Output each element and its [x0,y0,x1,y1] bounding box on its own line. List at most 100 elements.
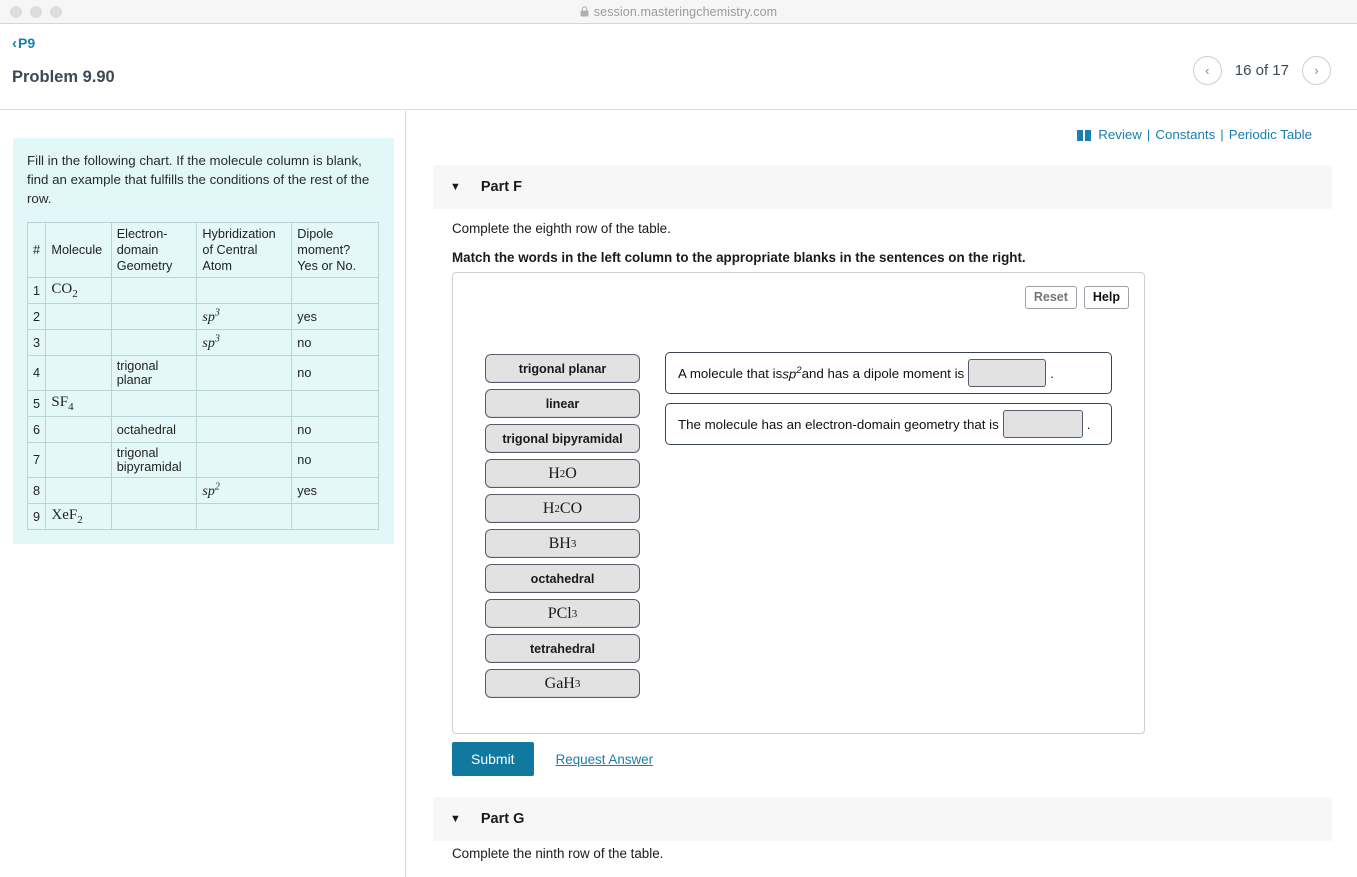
chip-sub: 3 [571,607,578,620]
table-row: 4 trigonal planar no [26,355,379,392]
sentence-1-hybridization: sp2 [782,365,801,381]
th-hybridization: Hybridization of Central Atom [196,221,293,279]
sentence-1-prefix: A molecule that is [678,365,783,381]
address-bar[interactable]: session.masteringchemistry.com [0,0,1357,24]
cell-hybridization: sp2 [196,477,293,505]
back-to-p9-link[interactable]: ‹ P9 [12,35,35,51]
hyb-sup: 3 [214,333,220,345]
constants-link[interactable]: Constants [1155,127,1215,142]
word-chip-octahedral[interactable]: octahedral [485,564,640,593]
word-chip-linear[interactable]: linear [485,389,640,418]
part-f-instruction-primary: Complete the eighth row of the table. [452,221,671,236]
cell-hybridization [196,416,293,444]
pager-label: 16 of 17 [1234,62,1289,79]
word-chip-trigonal-planar[interactable]: trigonal planar [485,354,640,383]
chip-base: GaH [544,674,575,692]
caret-down-icon: ▼ [450,180,461,193]
page-title: Problem 9.90 [12,68,115,86]
table-header-row: # Molecule Electron-domain Geometry Hybr… [26,221,379,279]
sentence-row-1: A molecule that is sp2 and has a dipole … [665,352,1112,394]
hyb-base: sp [782,366,797,382]
cell-geometry: trigonal bipyramidal [110,442,198,479]
answer-panel: Review | Constants | Periodic Table ▼ Pa… [407,111,1357,877]
next-problem-button[interactable]: › [1302,56,1331,85]
molecule-sub: 2 [72,288,78,301]
th-molecule: Molecule [45,221,112,279]
hyb-base: sp [202,336,215,352]
cell-dipole [291,503,379,531]
th-dipole: Dipole moment? Yes or No. [291,221,379,279]
answer-blank-1[interactable] [968,359,1047,387]
word-chip-h2o[interactable]: H2O [485,459,640,488]
table-row: 3 sp3 no [26,329,379,357]
back-link-label: P9 [18,35,36,51]
caret-down-icon: ▼ [450,812,461,825]
cell-dipole: yes [291,303,379,331]
cell-molecule [45,355,112,392]
chemistry-chart-table: # Molecule Electron-domain Geometry Hybr… [26,221,379,531]
chevron-left-icon: ‹ [12,34,17,52]
part-f-header[interactable]: ▼ Part F [433,165,1332,209]
part-g-title: Part G [480,811,525,827]
hyb-base: sp [202,484,215,500]
table-row: 9 XeF2 [26,503,379,531]
table-row: 6 octahedral no [26,416,379,444]
chip-sub: 3 [574,677,581,690]
hyb-base: sp [202,310,215,326]
cell-hybridization: sp3 [196,303,293,331]
molecule-base: XeF [51,507,78,524]
link-separator: | [1146,127,1151,142]
word-chip-h2co[interactable]: H 2 CO [485,494,640,523]
periodic-table-link[interactable]: Periodic Table [1229,127,1312,142]
part-f-title: Part F [480,179,522,195]
cell-molecule [45,442,112,479]
review-link[interactable]: Review [1098,127,1142,142]
matching-widget: Reset Help trigonal planar linear trigon… [452,272,1145,734]
cell-hybridization [196,390,293,418]
molecule-base: CO [51,281,73,298]
sentence-2-prefix: The molecule has an electron-domain geom… [678,416,999,432]
molecule-sub: 2 [77,514,83,527]
help-button[interactable]: Help [1083,286,1129,309]
previous-problem-button[interactable]: ‹ [1192,56,1222,85]
cell-molecule: XeF2 [45,503,112,531]
cell-geometry [110,329,198,357]
request-answer-link[interactable]: Request Answer [556,752,654,767]
problem-pager: ‹ 16 of 17 › [1192,56,1331,85]
chart-instructions: Fill in the following chart. If the mole… [27,153,370,206]
answer-blank-2[interactable] [1002,410,1083,438]
cell-dipole: yes [291,477,379,505]
cell-hybridization [196,442,293,479]
cell-number: 6 [26,416,47,444]
word-chip-gah3[interactable]: GaH 3 [485,669,640,698]
cell-molecule [45,329,112,357]
chip-base: H [548,464,560,482]
molecule-sub: 4 [68,401,74,414]
word-chip-tetrahedral[interactable]: tetrahedral [485,634,640,663]
sentence-2-suffix: . [1086,416,1091,432]
cell-molecule [45,477,112,505]
table-row: 8 sp2 yes [26,477,379,505]
chip-tail: O [565,464,577,482]
sentence-row-2: The molecule has an electron-domain geom… [665,403,1112,445]
word-chip-bh3[interactable]: BH 3 [485,529,640,558]
cell-number: 4 [26,355,47,392]
word-chip-trigonal-bipyramidal[interactable]: trigonal bipyramidal [485,424,640,453]
cell-dipole [291,277,379,305]
cell-dipole [291,390,379,418]
cell-geometry [110,390,198,418]
cell-dipole: no [291,416,379,444]
part-g-header[interactable]: ▼ Part G [433,797,1332,841]
sentence-1-middle: and has a dipole moment is [801,365,965,381]
submit-button[interactable]: Submit [452,742,534,776]
cell-dipole: no [291,329,379,357]
cell-number: 1 [26,277,47,305]
cell-number: 9 [26,503,47,531]
word-chip-pcl3[interactable]: PCl 3 [485,599,640,628]
link-separator: | [1220,127,1224,142]
reset-button[interactable]: Reset [1024,286,1077,309]
cell-molecule [45,416,112,444]
browser-chrome: session.masteringchemistry.com [0,0,1357,24]
table-row: 5 SF4 [26,390,379,418]
sentence-1-suffix: . [1050,365,1054,381]
